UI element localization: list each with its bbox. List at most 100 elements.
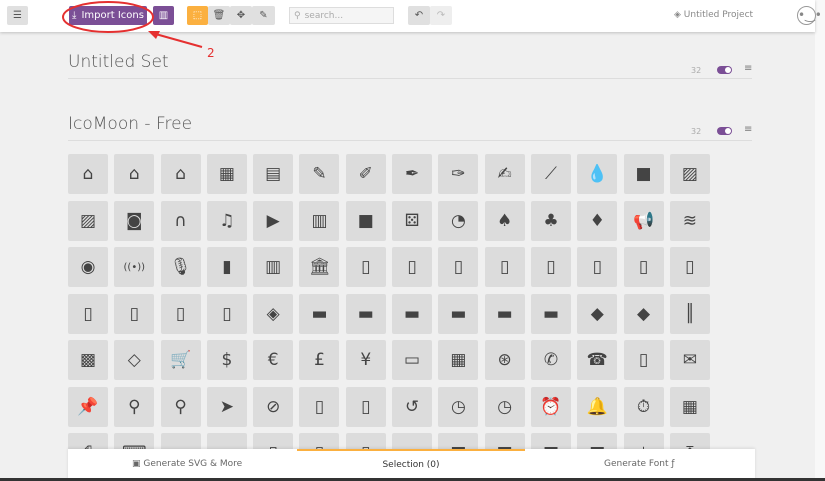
icon-tile-folder-open[interactable]: ▬ [345, 293, 386, 334]
icon-tile-folder-download[interactable]: ▬ [484, 293, 525, 334]
icon-tile-dice[interactable]: ⚄ [392, 200, 433, 241]
icon-tile-file-empty[interactable]: ▯ [438, 247, 479, 287]
icon-tile-paint-format[interactable]: ■ [623, 154, 664, 194]
icon-tile-coin-pound[interactable]: £ [299, 340, 340, 380]
icon-tile-file-text[interactable]: ▯ [345, 247, 386, 287]
icon-tile-stack[interactable]: ◈ [253, 293, 294, 334]
set-menu-button[interactable]: ≡ [744, 124, 752, 135]
redo-button[interactable]: ↷ [430, 6, 452, 25]
icon-tile-blog[interactable]: ✍ [484, 154, 525, 194]
icon-tile-files-empty[interactable]: ▯ [484, 247, 525, 287]
icon-tile-barcode[interactable]: ║ [669, 293, 710, 334]
icon-tile-file-zip[interactable]: ▯ [114, 293, 155, 334]
icon-tile-folder-minus[interactable]: ▬ [438, 293, 479, 334]
icon-tile-video-camera[interactable]: ■ [345, 200, 386, 241]
icon-tile-phone-hang-up[interactable]: ☎ [577, 340, 618, 380]
icon-tile-file-play[interactable]: ▯ [669, 247, 710, 287]
icon-tile-camera[interactable]: ◙ [114, 200, 155, 241]
icon-tile-coin-dollar[interactable]: $ [206, 340, 247, 380]
icon-tile-clubs[interactable]: ♣ [530, 200, 571, 241]
icon-tile-pencil2[interactable]: ✐ [345, 154, 386, 194]
icon-tile-folder[interactable]: ▬ [299, 293, 340, 334]
icon-tile-coin-yen[interactable]: ¥ [345, 340, 386, 380]
selection-tab[interactable]: Selection (0) [297, 449, 525, 481]
icon-tile-location[interactable]: ⚲ [114, 386, 155, 427]
icon-tile-pen[interactable]: ✑ [438, 154, 479, 194]
icon-tile-home2[interactable]: ⌂ [114, 154, 155, 194]
icon-tile-connection[interactable]: ≋ [669, 200, 710, 241]
icon-tile-spades[interactable]: ♠ [484, 200, 525, 241]
icon-tile-images[interactable]: ▨ [68, 200, 108, 241]
icon-tile-ticket[interactable]: ◇ [114, 340, 155, 380]
icon-tile-compass2[interactable]: ⊘ [253, 386, 294, 427]
set-toggle[interactable] [717, 66, 732, 74]
icon-tile-phone[interactable]: ✆ [530, 340, 571, 380]
icon-tile-envelop[interactable]: ✉ [669, 340, 710, 380]
icon-tile-library[interactable]: 🏛 [299, 247, 340, 287]
icon-tile-mic[interactable]: 🎙 [160, 247, 201, 287]
generate-svg-button[interactable]: ▣ Generate SVG & More [132, 459, 242, 469]
icon-tile-map2[interactable]: ▯ [345, 386, 386, 427]
set-title[interactable]: IcoMoon - Free [68, 114, 192, 134]
icon-tile-pushpin[interactable]: 📌 [68, 386, 108, 427]
search-input[interactable]: ⚲ search... [289, 7, 394, 24]
icon-tile-coin-euro[interactable]: € [253, 340, 294, 380]
icon-tile-diamonds[interactable]: ♦ [577, 200, 618, 241]
icon-tile-paste[interactable]: ▯ [206, 293, 247, 334]
icon-tile-bell[interactable]: 🔔 [577, 386, 618, 427]
icon-tile-pacman[interactable]: ◔ [438, 200, 479, 241]
icon-tile-map[interactable]: ▯ [299, 386, 340, 427]
icon-tile-quill[interactable]: ✒ [392, 154, 433, 194]
icon-tile-film[interactable]: ▥ [299, 200, 340, 241]
set-toggle[interactable] [717, 127, 732, 135]
icon-tile-stopwatch[interactable]: ⏱ [623, 386, 664, 427]
icon-tile-newspaper[interactable]: ▤ [253, 154, 294, 194]
icon-tile-file-music[interactable]: ▯ [623, 247, 664, 287]
icon-tile-clock[interactable]: ◷ [438, 386, 479, 427]
icon-tile-price-tag[interactable]: ◆ [577, 293, 618, 334]
icon-tile-book[interactable]: ▮ [206, 247, 247, 287]
icon-tile-image[interactable]: ▨ [669, 154, 710, 194]
icon-tile-folder-upload[interactable]: ▬ [530, 293, 571, 334]
icon-tile-bullhorn[interactable]: 📢 [623, 200, 664, 241]
icon-tile-headphones[interactable]: ∩ [160, 200, 201, 241]
icon-tile-books[interactable]: ▥ [253, 247, 294, 287]
icon-tile-file-text2[interactable]: ▯ [530, 247, 571, 287]
generate-font-button[interactable]: Generate Font ƒ [604, 459, 675, 469]
icon-tile-office[interactable]: ▦ [206, 154, 247, 194]
icon-tile-location2[interactable]: ⚲ [160, 386, 201, 427]
icon-tile-file-picture[interactable]: ▯ [577, 247, 618, 287]
icon-tile-copy[interactable]: ▯ [160, 293, 201, 334]
icon-tile-cart[interactable]: 🛒 [160, 340, 201, 380]
icon-tile-alarm[interactable]: ⏰ [530, 386, 571, 427]
icon-tile-pencil[interactable]: ✎ [299, 154, 340, 194]
user-avatar[interactable]: •‿• [797, 6, 822, 25]
icon-tile-droplet[interactable]: 💧 [577, 154, 618, 194]
icon-tile-home[interactable]: ⌂ [68, 154, 108, 194]
font-icon: ƒ [668, 459, 675, 469]
project-name[interactable]: ◈ Untitled Project [674, 10, 753, 20]
icon-tile-lifebuoy[interactable]: ⊛ [484, 340, 525, 380]
icon-tile-file-video[interactable]: ▯ [68, 293, 108, 334]
icon-tile-home3[interactable]: ⌂ [160, 154, 201, 194]
icon-tile-calendar[interactable]: ▦ [669, 386, 710, 427]
icon-tile-qrcode[interactable]: ▩ [68, 340, 108, 380]
icon-tile-calculator[interactable]: ▦ [438, 340, 479, 380]
icon-tile-feed[interactable]: ((•)) [114, 247, 155, 287]
pen-icon: ✑ [451, 164, 466, 184]
icon-tile-history[interactable]: ↺ [392, 386, 433, 427]
icon-tile-podcast[interactable]: ◉ [68, 247, 108, 287]
icon-tile-clock2[interactable]: ◷ [484, 386, 525, 427]
icon-tile-address-book[interactable]: ▯ [623, 340, 664, 380]
icon-tile-profile[interactable]: ▯ [392, 247, 433, 287]
icon-tile-eyedropper[interactable]: ⟋ [530, 154, 571, 194]
icon-tile-compass[interactable]: ➤ [206, 386, 247, 427]
set-menu-button[interactable]: ≡ [744, 63, 752, 74]
icon-tile-price-tags[interactable]: ◆ [623, 293, 664, 334]
scrollbar[interactable] [815, 0, 825, 481]
icon-tile-music[interactable]: ♫ [206, 200, 247, 241]
icon-tile-folder-plus[interactable]: ▬ [392, 293, 433, 334]
undo-button[interactable]: ↶ [408, 6, 430, 25]
icon-tile-credit-card[interactable]: ▭ [392, 340, 433, 380]
icon-tile-play[interactable]: ▶ [253, 200, 294, 241]
